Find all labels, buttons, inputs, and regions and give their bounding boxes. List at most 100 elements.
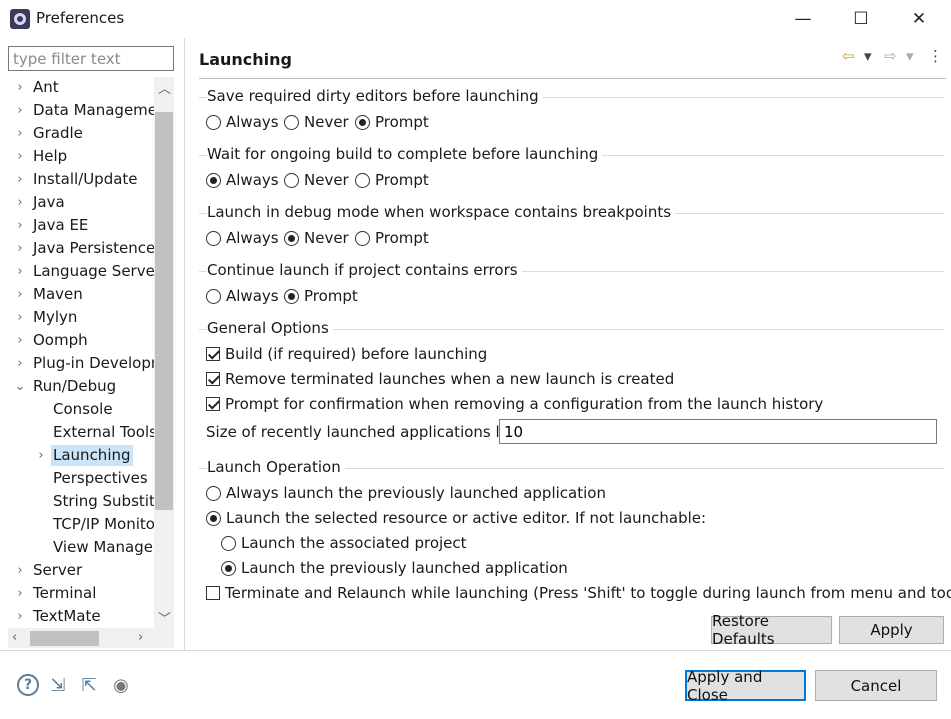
radio-indicator[interactable] [355,172,370,188]
radio-indicator[interactable] [284,288,299,304]
chevron-right-icon[interactable]: › [34,445,48,466]
debug-mode-prompt-radio[interactable]: Prompt [355,227,429,249]
build-before-launch-checkbox[interactable]: Build (if required) before launching [206,343,487,365]
radio-indicator[interactable] [355,230,370,246]
launch-associated-project-radio[interactable]: Launch the associated project [221,532,467,554]
apply-and-close-button[interactable]: Apply and Close [685,668,806,704]
radio-label: Always [226,113,279,131]
chevron-right-icon[interactable]: › [13,284,27,305]
chevron-right-icon[interactable]: › [13,77,27,98]
forward-arrow-icon[interactable]: ⇨ [884,47,897,65]
chevron-right-icon[interactable]: › [13,606,27,627]
radio-indicator[interactable] [206,230,221,246]
group-title: Continue launch if project contains erro… [207,261,522,279]
wait-build-prompt-radio[interactable]: Prompt [355,169,429,191]
checkbox-label: Terminate and Relaunch while launching (… [225,584,951,602]
radio-indicator[interactable] [206,172,221,188]
forward-dropdown-icon[interactable]: ▾ [906,47,914,65]
scroll-right-arrow-icon[interactable]: › [138,630,143,645]
debug-mode-never-radio[interactable]: Never [284,227,349,249]
chevron-right-icon[interactable]: › [13,353,27,374]
chevron-right-icon[interactable]: › [13,560,27,581]
filter-input[interactable] [8,46,174,71]
minimize-button[interactable]: — [780,4,826,34]
radio-indicator[interactable] [284,172,299,188]
continue-errors-prompt-radio[interactable]: Prompt [284,285,358,307]
tree-item-label: Data Managemen [33,101,167,119]
radio-indicator[interactable] [206,485,221,501]
import-icon[interactable]: ⇲ [47,674,69,696]
chevron-right-icon[interactable]: › [13,238,27,259]
wait-build-always-radio[interactable]: Always [206,169,279,191]
checkbox-label: Build (if required) before launching [225,345,488,363]
history-size-input[interactable] [499,419,937,444]
close-button[interactable]: ✕ [896,4,942,34]
radio-indicator[interactable] [206,114,221,130]
radio-label: Prompt [375,113,429,131]
tree-item-label: Java EE [33,216,89,234]
maximize-button[interactable]: ☐ [838,4,884,34]
back-arrow-icon[interactable]: ⇦ [842,47,855,65]
restore-defaults-button[interactable]: Restore Defaults [711,612,832,648]
radio-indicator[interactable] [206,288,221,304]
launch-previous-app-radio[interactable]: Launch the previously launched applicati… [221,557,568,579]
chevron-right-icon[interactable]: › [13,307,27,328]
chevron-right-icon[interactable]: › [13,100,27,121]
scroll-down-arrow-icon[interactable]: ﹀ [158,608,171,627]
checkbox-indicator[interactable] [206,372,220,386]
record-icon[interactable]: ◉ [110,674,132,696]
scroll-up-arrow-icon[interactable]: ︿ [158,78,171,97]
tree-item-label: TCP/IP Monito [53,515,155,533]
tree-item-label: Mylyn [33,308,78,326]
radio-indicator[interactable] [221,535,236,551]
tree-item-label: View Manager [53,538,160,556]
save-dirty-always-radio[interactable]: Always [206,111,279,133]
radio-indicator[interactable] [221,560,236,576]
checkbox-indicator[interactable] [206,397,220,411]
prompt-remove-config-checkbox[interactable]: Prompt for confirmation when removing a … [206,393,823,415]
continue-errors-always-radio[interactable]: Always [206,285,279,307]
wait-build-never-radio[interactable]: Never [284,169,349,191]
window-title: Preferences [36,9,125,27]
tree-item-label: Ant [33,78,59,96]
debug-mode-always-radio[interactable]: Always [206,227,279,249]
chevron-right-icon[interactable]: › [13,146,27,167]
group-title: Launch in debug mode when workspace cont… [207,203,676,221]
chevron-down-icon[interactable]: ⌄ [13,376,27,397]
always-launch-previous-radio[interactable]: Always launch the previously launched ap… [206,482,606,504]
tree-horizontal-scroll-thumb[interactable] [30,631,99,646]
tree-item-label: External Tools [53,423,157,441]
tree-vertical-scroll-thumb[interactable] [155,112,173,510]
scroll-left-arrow-icon[interactable]: ‹ [12,630,17,645]
cancel-button[interactable]: Cancel [815,670,937,701]
chevron-right-icon[interactable]: › [13,123,27,144]
chevron-right-icon[interactable]: › [13,261,27,282]
export-icon[interactable]: ⇱ [78,674,100,696]
tree-item-label: Perspectives [53,469,148,487]
back-dropdown-icon[interactable]: ▾ [864,47,872,65]
chevron-right-icon[interactable]: › [13,215,27,236]
chevron-right-icon[interactable]: › [13,192,27,213]
chevron-right-icon[interactable]: › [13,583,27,604]
checkbox-indicator[interactable] [206,586,220,600]
tree-item-label: Server [33,561,83,579]
radio-indicator[interactable] [206,510,221,526]
tree-item-label: Oomph [33,331,88,349]
chevron-right-icon[interactable]: › [13,169,27,190]
radio-indicator[interactable] [284,114,299,130]
radio-indicator[interactable] [355,114,370,130]
remove-terminated-checkbox[interactable]: Remove terminated launches when a new la… [206,368,674,390]
help-icon[interactable]: ? [17,674,39,696]
save-dirty-never-radio[interactable]: Never [284,111,349,133]
save-dirty-prompt-radio[interactable]: Prompt [355,111,429,133]
checkbox-label: Prompt for confirmation when removing a … [225,395,824,413]
launch-selected-resource-radio[interactable]: Launch the selected resource or active e… [206,507,706,529]
pane-divider[interactable] [184,38,185,650]
terminate-relaunch-checkbox[interactable]: Terminate and Relaunch while launching (… [206,582,951,604]
radio-indicator[interactable] [284,230,299,246]
view-menu-icon[interactable]: ⋮ [928,47,943,65]
tree-item-label: Console [53,400,113,418]
checkbox-indicator[interactable] [206,347,220,361]
chevron-right-icon[interactable]: › [13,330,27,351]
apply-button[interactable]: Apply [839,616,944,644]
